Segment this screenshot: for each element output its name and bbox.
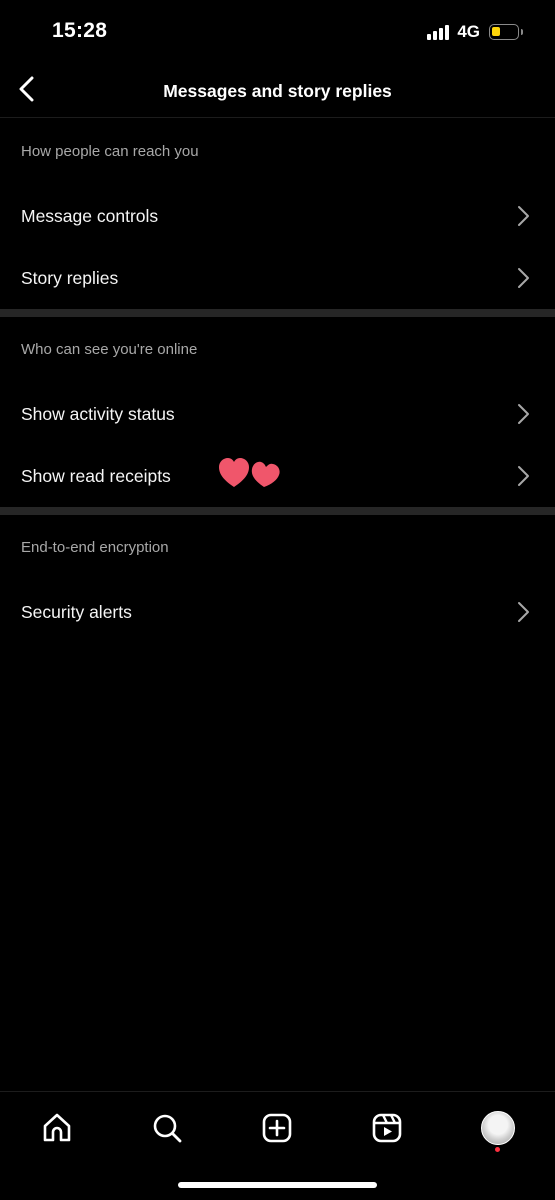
screen: 15:28 4G Messages and story replies How … (0, 0, 555, 1200)
list-item-label: Security alerts (21, 601, 132, 622)
list-item-message-controls[interactable]: Message controls (0, 185, 555, 247)
section-encryption: End-to-end encryption Security alerts (0, 515, 555, 643)
chevron-right-icon (518, 268, 529, 288)
reels-icon (372, 1113, 402, 1143)
section-reach: How people can reach you Message control… (0, 119, 555, 309)
page-title: Messages and story replies (163, 81, 392, 101)
list-item-security-alerts[interactable]: Security alerts (0, 581, 555, 643)
notification-dot (495, 1147, 500, 1152)
list-item-show-read-receipts[interactable]: Show read receipts (0, 445, 555, 507)
network-type: 4G (457, 22, 480, 41)
home-indicator (178, 1182, 377, 1188)
section-online: Who can see you're online Show activity … (0, 317, 555, 507)
section-header: End-to-end encryption (21, 539, 169, 556)
create-icon (262, 1113, 292, 1143)
two-hearts-icon (219, 458, 280, 487)
section-divider (0, 309, 555, 317)
profile-avatar (481, 1111, 515, 1145)
list-item-label: Show activity status (21, 403, 175, 424)
tab-profile[interactable] (478, 1108, 518, 1148)
chevron-right-icon (518, 466, 529, 486)
battery-level (492, 27, 500, 36)
status-time: 15:28 (52, 19, 108, 42)
tab-home[interactable] (37, 1108, 77, 1148)
tab-create[interactable] (257, 1108, 297, 1148)
list-item-show-activity-status[interactable]: Show activity status (0, 383, 555, 445)
cellular-signal-icon (427, 24, 450, 40)
section-divider (0, 507, 555, 515)
status-bar: 15:28 4G (0, 0, 555, 64)
section-header: Who can see you're online (21, 341, 198, 358)
tab-reels[interactable] (367, 1108, 407, 1148)
section-header: How people can reach you (21, 143, 199, 160)
search-icon (153, 1114, 182, 1143)
list-item-label: Message controls (21, 205, 159, 226)
home-icon (43, 1113, 71, 1142)
battery-icon (489, 24, 523, 40)
chevron-right-icon (518, 404, 529, 424)
chevron-right-icon (518, 602, 529, 622)
header: Messages and story replies (0, 64, 555, 118)
status-indicators: 4G (427, 22, 523, 42)
settings-list: How people can reach you Message control… (0, 119, 555, 643)
tab-search[interactable] (147, 1108, 187, 1148)
list-item-label: Story replies (21, 267, 119, 288)
chevron-right-icon (518, 206, 529, 226)
list-item-story-replies[interactable]: Story replies (0, 247, 555, 309)
